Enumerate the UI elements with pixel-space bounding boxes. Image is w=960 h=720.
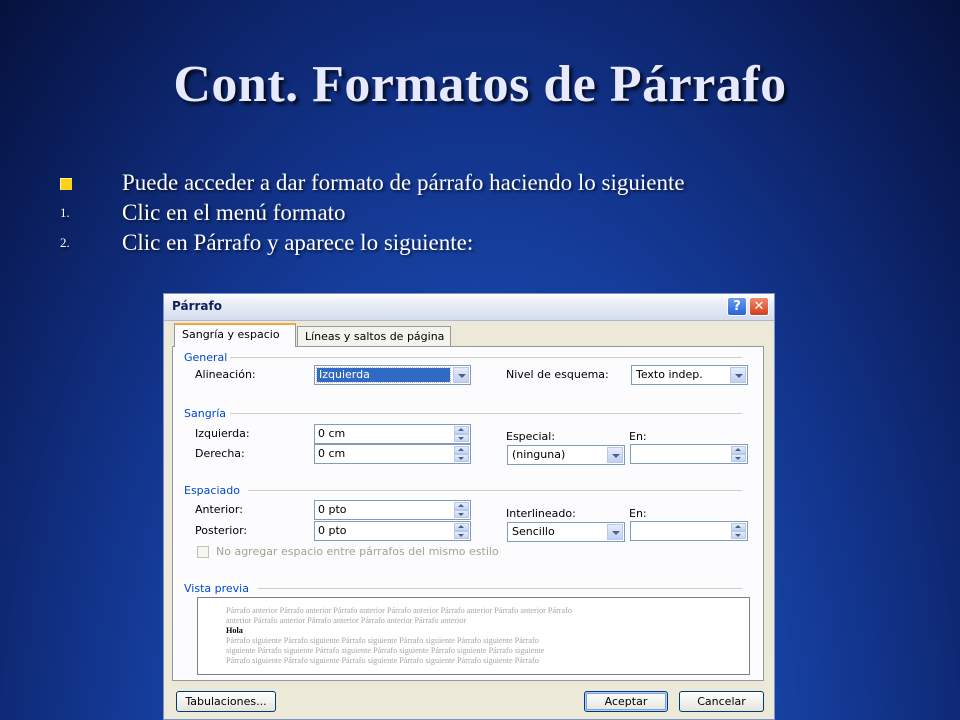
spin-down-icon[interactable] [454,454,469,462]
ok-button[interactable]: Aceptar [584,691,668,712]
tab-sangria-y-espacio[interactable]: Sangría y espacio [174,323,296,347]
no-space-label: No agregar espacio entre párrafos del mi… [216,545,499,558]
paragraph-dialog: Párrafo ? ✕ Sangría y espacio Líneas y s… [163,293,775,720]
outline-level-value: Texto indep. [636,368,703,381]
spin-down-icon[interactable] [731,454,746,462]
indent-by-stepper[interactable] [630,444,748,464]
line-spacing-label: Interlineado: [506,507,576,520]
list-item-number: 2. [60,235,70,250]
spin-down-icon[interactable] [454,510,469,518]
cancel-button[interactable]: Cancelar [679,691,764,712]
indent-by-label: En: [629,430,647,443]
paragraph-preview: Párrafo anterior Párrafo anterior Párraf… [197,597,750,675]
spacing-after-value: 0 pto [318,524,347,537]
help-button[interactable]: ? [727,297,747,316]
chevron-down-icon[interactable] [607,447,623,463]
indent-right-value: 0 cm [318,447,346,460]
special-value: (ninguna) [512,448,566,461]
tab-lineas-y-saltos[interactable]: Líneas y saltos de página [297,326,451,346]
chevron-down-icon[interactable] [453,367,469,383]
tabs-button[interactable]: Tabulaciones... [176,691,276,712]
outline-level-label: Nivel de esquema: [506,368,609,381]
square-bullet-icon [60,168,110,198]
list-item-number: 1. [60,205,70,220]
spin-down-icon[interactable] [454,434,469,442]
spacing-after-stepper[interactable]: 0 pto [314,521,471,541]
outline-level-select[interactable]: Texto indep. [631,365,748,385]
group-spacing-label: Espaciado [184,484,240,497]
spin-up-icon[interactable] [454,502,469,510]
spin-down-icon[interactable] [731,531,746,539]
close-button[interactable]: ✕ [749,297,769,316]
spin-up-icon[interactable] [454,426,469,434]
group-divider [258,588,742,589]
group-divider [230,413,742,414]
no-space-checkbox[interactable] [197,546,209,558]
chevron-down-icon[interactable] [730,367,746,383]
group-divider [248,490,742,491]
group-divider [230,357,742,358]
line-spacing-value: Sencillo [512,525,555,538]
preview-line: Párrafo siguiente Párrafo siguiente Párr… [226,636,539,645]
alignment-label: Alineación: [195,368,256,381]
alignment-select[interactable]: Izquierda [314,365,471,385]
dialog-title: Párrafo [172,299,222,313]
list-item-text: Clic en Párrafo y aparece lo siguiente: [122,230,474,255]
group-indent-label: Sangría [184,407,226,420]
dialog-titlebar[interactable]: Párrafo ? ✕ [164,294,774,321]
spacing-before-stepper[interactable]: 0 pto [314,500,471,520]
spacing-before-label: Anterior: [195,503,243,516]
close-icon: ✕ [753,299,765,314]
preview-line: siguiente Párrafo siguiente Párrafo sigu… [226,646,545,655]
preview-line: Párrafo siguiente Párrafo siguiente Párr… [226,656,539,665]
line-spacing-select[interactable]: Sencillo [507,522,625,542]
line-spacing-at-label: En: [629,507,647,520]
spacing-before-value: 0 pto [318,503,347,516]
group-preview-label: Vista previa [184,582,249,595]
chevron-down-icon[interactable] [607,524,623,540]
indent-right-label: Derecha: [195,447,245,460]
list-item-text: Puede acceder a dar formato de párrafo h… [122,170,685,195]
spin-up-icon[interactable] [731,523,746,531]
spin-up-icon[interactable] [731,446,746,454]
spin-down-icon[interactable] [454,531,469,539]
group-general-label: General [184,351,228,364]
special-select[interactable]: (ninguna) [507,445,625,465]
indent-left-value: 0 cm [318,427,346,440]
indent-left-label: Izquierda: [195,427,250,440]
list-item-text: Clic en el menú formato [122,200,346,225]
alignment-value: Izquierda [316,367,451,383]
slide-title: Cont. Formatos de Párrafo [173,56,787,113]
indent-left-stepper[interactable]: 0 cm [314,424,471,444]
spacing-after-label: Posterior: [195,524,248,537]
special-label: Especial: [506,430,556,443]
line-spacing-at-stepper[interactable] [630,521,748,541]
indent-right-stepper[interactable]: 0 cm [314,444,471,464]
preview-line: Párrafo anterior Párrafo anterior Párraf… [226,606,572,615]
spin-up-icon[interactable] [454,523,469,531]
preview-current-text: Hola [226,626,243,635]
preview-line: anterior Párrafo anterior Párrafo anteri… [226,616,467,625]
question-mark-icon: ? [733,299,741,314]
spin-up-icon[interactable] [454,446,469,454]
